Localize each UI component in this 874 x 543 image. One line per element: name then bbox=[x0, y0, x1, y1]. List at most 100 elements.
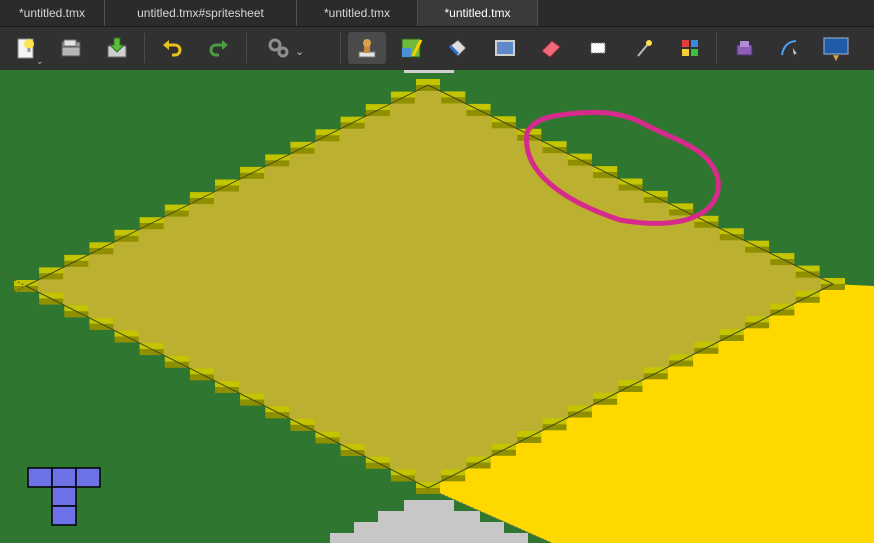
edge-step bbox=[491, 449, 516, 456]
edge-step bbox=[290, 424, 315, 431]
edge-step bbox=[593, 398, 618, 405]
edit-polygons-icon bbox=[781, 40, 800, 59]
stamp-brush-button[interactable] bbox=[348, 32, 386, 64]
edge-step bbox=[365, 110, 390, 117]
edge-step bbox=[290, 141, 315, 148]
edit-polygons-button[interactable] bbox=[775, 32, 805, 64]
edge-step bbox=[643, 190, 668, 197]
bucket-fill-button[interactable] bbox=[443, 32, 473, 64]
edge-step bbox=[441, 91, 466, 98]
edge-step bbox=[139, 217, 164, 224]
edge-step bbox=[542, 418, 567, 425]
edge-step bbox=[139, 223, 164, 230]
edge-step bbox=[416, 79, 440, 85]
edge-step bbox=[593, 172, 618, 179]
edge-step bbox=[719, 329, 744, 335]
edge-step bbox=[593, 166, 618, 173]
chevron-down-icon[interactable]: ⌄ bbox=[295, 45, 304, 58]
edge-step bbox=[39, 267, 64, 274]
tab-untitled-2[interactable]: *untitled.tmx bbox=[297, 0, 418, 26]
tab-untitled-active[interactable]: *untitled.tmx bbox=[418, 0, 538, 26]
new-map-icon bbox=[17, 38, 34, 59]
edge-step bbox=[390, 97, 415, 104]
chevron-down-icon[interactable]: ▼ bbox=[831, 53, 841, 64]
edge-step bbox=[567, 153, 592, 160]
tab-label: *untitled.tmx bbox=[323, 6, 391, 20]
gray-tile-row bbox=[354, 522, 504, 534]
shape-fill-button[interactable] bbox=[490, 32, 520, 64]
edge-step bbox=[89, 323, 114, 330]
tab-untitled-1[interactable]: *untitled.tmx bbox=[0, 0, 105, 26]
edge-step bbox=[719, 335, 744, 341]
edge-step bbox=[89, 248, 114, 255]
edge-step bbox=[265, 406, 290, 413]
undo-icon bbox=[163, 40, 182, 57]
eraser-button[interactable] bbox=[536, 32, 566, 64]
edge-step bbox=[114, 229, 139, 236]
open-file-button[interactable] bbox=[56, 32, 86, 64]
edge-step bbox=[39, 292, 64, 299]
rectangle-select-icon bbox=[590, 42, 606, 54]
edge-step bbox=[164, 361, 189, 368]
edge-step bbox=[491, 116, 516, 123]
edge-step bbox=[542, 147, 567, 154]
edge-step bbox=[39, 298, 64, 305]
edge-step bbox=[215, 381, 239, 387]
edge-step bbox=[390, 91, 415, 98]
commands-icon bbox=[268, 38, 289, 58]
magic-wand-icon bbox=[637, 40, 652, 57]
commands-button[interactable] bbox=[264, 32, 294, 64]
edge-step bbox=[618, 178, 643, 185]
edge-step bbox=[441, 475, 466, 482]
toolbar-separator bbox=[716, 33, 717, 63]
edge-step bbox=[315, 129, 340, 136]
chevron-down-icon[interactable]: ⌄ bbox=[36, 56, 44, 67]
edge-step bbox=[14, 280, 38, 286]
bucket-fill-icon bbox=[448, 39, 467, 57]
insert-tile-icon bbox=[736, 41, 753, 56]
edge-step bbox=[795, 265, 820, 272]
edge-step bbox=[795, 290, 820, 297]
map-view[interactable] bbox=[0, 70, 874, 543]
save-file-button[interactable] bbox=[102, 32, 132, 64]
edge-step bbox=[340, 450, 365, 457]
edge-step bbox=[315, 437, 340, 444]
edge-step bbox=[14, 286, 38, 292]
edge-step bbox=[567, 405, 592, 412]
edge-step bbox=[618, 386, 643, 392]
rectangle-select-button[interactable] bbox=[583, 32, 613, 64]
edge-step bbox=[466, 456, 491, 463]
edge-step bbox=[64, 254, 89, 261]
edge-step bbox=[694, 347, 719, 354]
stamp-brush-icon bbox=[358, 39, 376, 58]
edge-step bbox=[416, 482, 440, 488]
edge-step bbox=[315, 135, 340, 142]
magic-wand-button[interactable] bbox=[629, 32, 659, 64]
map-canvas[interactable] bbox=[0, 70, 874, 543]
edge-step bbox=[466, 109, 491, 116]
edge-step bbox=[164, 210, 189, 217]
select-same-tile-button[interactable] bbox=[675, 32, 705, 64]
edge-step bbox=[215, 179, 239, 186]
insert-tile-button[interactable] bbox=[729, 32, 759, 64]
undo-button[interactable] bbox=[157, 32, 187, 64]
tile-fragment bbox=[404, 70, 454, 73]
edge-step bbox=[89, 317, 114, 324]
edge-step bbox=[340, 116, 365, 123]
edge-step bbox=[390, 469, 415, 476]
edge-step bbox=[215, 387, 239, 393]
edge-step bbox=[669, 354, 694, 361]
edge-step bbox=[745, 322, 770, 329]
edge-step bbox=[164, 204, 189, 211]
edge-step bbox=[189, 374, 214, 381]
tab-spritesheet[interactable]: untitled.tmx#spritesheet bbox=[105, 0, 297, 26]
edge-step bbox=[114, 336, 139, 343]
edge-step bbox=[593, 392, 618, 399]
edge-step bbox=[542, 141, 567, 148]
tab-label: *untitled.tmx bbox=[18, 6, 86, 20]
terrain-brush-button[interactable] bbox=[396, 32, 426, 64]
tab-label: untitled.tmx#spritesheet bbox=[137, 6, 264, 20]
edge-step bbox=[164, 355, 189, 362]
edge-step bbox=[189, 368, 214, 375]
redo-button[interactable] bbox=[204, 32, 234, 64]
